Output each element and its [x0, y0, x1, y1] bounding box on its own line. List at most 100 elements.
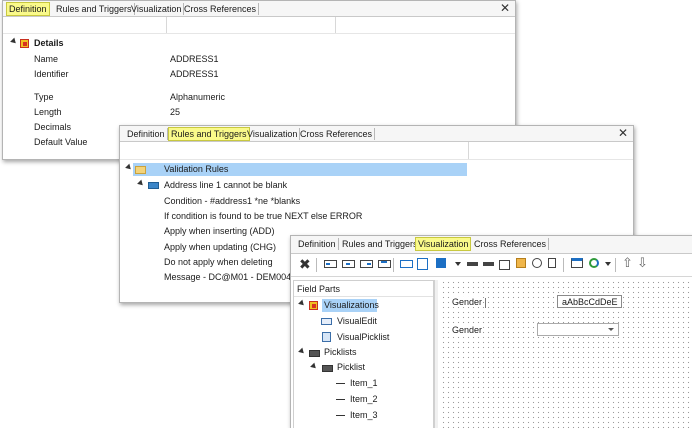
condition-line: Condition - #address1 *ne *blanks — [164, 196, 301, 206]
gender-label-marker — [485, 298, 486, 308]
align-top-icon[interactable] — [378, 260, 391, 268]
definition-tabbar: Definition Rules and Triggers Visualizat… — [3, 1, 515, 17]
field-parts-pane: Field Parts Visualizations VisualEdit Vi… — [293, 280, 434, 428]
tab-rules-and-triggers[interactable]: Rules and Triggers — [54, 3, 135, 15]
item-dash-icon — [336, 399, 345, 400]
collapse-arrow-icon[interactable] — [125, 163, 133, 172]
item-3-label[interactable]: Item_3 — [350, 410, 378, 420]
visualizations-label: Visualizations — [324, 300, 379, 310]
field-parts-label: Field Parts — [297, 284, 341, 294]
gender-label: Gender — [452, 325, 483, 335]
gender-edit-field[interactable]: aAbBcCdDeE — [557, 295, 622, 308]
delete-icon[interactable]: ✖ — [299, 256, 311, 272]
section-details-label: Details — [34, 38, 64, 48]
tab-cross-references[interactable]: Cross References — [182, 3, 260, 15]
message-line: Message - DC@M01 - DEM0044 - — [164, 272, 302, 282]
column-divider — [166, 17, 167, 33]
collapse-arrow-icon[interactable] — [10, 37, 18, 46]
space-vertical-icon[interactable] — [499, 260, 510, 270]
tab-order-icon[interactable] — [516, 258, 526, 268]
identifier-label: Identifier — [34, 69, 69, 79]
validation-rules-label: Validation Rules — [164, 164, 229, 174]
toolbar-separator — [563, 258, 564, 272]
identifier-value[interactable]: ADDRESS1 — [170, 69, 219, 79]
align-right-icon[interactable] — [360, 260, 373, 268]
toolbar-separator — [316, 258, 317, 272]
tab-visualization[interactable]: Visualization — [129, 3, 185, 15]
visual-picklist-icon — [322, 332, 331, 342]
default-value-label: Default Value — [34, 137, 88, 147]
toolbar-separator — [393, 258, 394, 272]
picklist-label[interactable]: Picklist — [337, 362, 365, 372]
move-down-icon[interactable]: ⇩ — [637, 255, 648, 271]
apply-update-line: Apply when updating (CHG) — [164, 242, 277, 252]
tab-rules-and-triggers[interactable]: Rules and Triggers — [340, 238, 421, 250]
grid-layout-icon[interactable] — [436, 258, 446, 268]
column-divider — [335, 17, 336, 33]
history-icon[interactable] — [532, 258, 542, 268]
tab-visualization[interactable]: Visualization — [245, 128, 301, 140]
header-divider — [3, 33, 515, 34]
splitter[interactable] — [434, 280, 438, 428]
picklists-icon — [309, 350, 320, 357]
rule-icon — [148, 182, 159, 189]
tab-rules-and-triggers[interactable]: Rules and Triggers — [168, 127, 250, 141]
tab-definition[interactable]: Definition — [125, 128, 168, 140]
gender-label: Gender — [452, 297, 483, 307]
move-up-icon[interactable]: ⇧ — [622, 255, 633, 271]
item-dash-icon — [336, 383, 345, 384]
dropdown-arrow-icon[interactable] — [455, 262, 461, 266]
rule-label[interactable]: Address line 1 cannot be blank — [164, 180, 287, 190]
apply-insert-line: Apply when inserting (ADD) — [164, 226, 275, 236]
header-divider — [294, 296, 433, 297]
tab-cross-references[interactable]: Cross References — [298, 128, 376, 140]
gender-edit-value: aAbBcCdDeE — [562, 297, 618, 307]
close-icon[interactable]: ✕ — [618, 126, 628, 140]
name-label: Name — [34, 54, 59, 64]
item-2-label[interactable]: Item_2 — [350, 394, 378, 404]
folder-icon — [135, 166, 146, 174]
tab-visualization[interactable]: Visualization — [415, 237, 472, 251]
tab-definition[interactable]: Definition — [6, 2, 50, 16]
collapse-arrow-icon[interactable] — [298, 299, 306, 308]
picklists-label[interactable]: Picklists — [324, 347, 357, 357]
align-left-icon[interactable] — [324, 260, 337, 268]
length-label: Length — [34, 107, 62, 117]
if-condition-line: If condition is found to be true NEXT el… — [164, 211, 363, 221]
collapse-arrow-icon[interactable] — [137, 179, 145, 188]
space-horizontal-icon[interactable] — [467, 262, 478, 266]
item-1-label[interactable]: Item_1 — [350, 378, 378, 388]
design-canvas[interactable]: Gender aAbBcCdDeE Gender — [441, 280, 692, 428]
visual-edit-label[interactable]: VisualEdit — [337, 316, 377, 326]
visualizations-icon — [309, 301, 318, 310]
space-even-icon[interactable] — [483, 262, 494, 266]
toolbar: ✖ ⇧ ⇩ — [291, 254, 692, 277]
name-value[interactable]: ADDRESS1 — [170, 54, 219, 64]
gender-picklist-dropdown[interactable] — [537, 323, 619, 336]
copy-icon[interactable] — [548, 258, 556, 268]
chevron-down-icon — [608, 328, 614, 331]
details-icon — [20, 39, 29, 48]
visual-picklist-label[interactable]: VisualPicklist — [337, 332, 389, 342]
tab-cross-references[interactable]: Cross References — [472, 238, 550, 250]
length-value[interactable]: 25 — [170, 107, 180, 117]
column-divider — [468, 142, 469, 159]
rules-tabbar: Definition Rules and Triggers Visualizat… — [120, 126, 633, 142]
type-value[interactable]: Alphanumeric — [170, 92, 225, 102]
visualization-panel: Definition Rules and Triggers Visualizat… — [290, 235, 692, 428]
collapse-arrow-icon[interactable] — [298, 347, 306, 356]
close-icon[interactable]: ✕ — [500, 1, 510, 15]
tab-definition[interactable]: Definition — [296, 238, 339, 250]
window-icon[interactable] — [571, 258, 583, 268]
align-center-icon[interactable] — [342, 260, 355, 268]
item-dash-icon — [336, 415, 345, 416]
header-divider — [120, 159, 633, 160]
decimals-label: Decimals — [34, 122, 72, 132]
collapse-arrow-icon[interactable] — [310, 362, 318, 371]
type-label: Type — [34, 92, 54, 102]
refresh-icon[interactable] — [589, 258, 599, 268]
same-width-icon[interactable] — [400, 260, 413, 268]
dropdown-arrow-icon[interactable] — [605, 262, 611, 266]
toolbar-separator — [615, 258, 616, 272]
same-height-icon[interactable] — [417, 258, 428, 270]
